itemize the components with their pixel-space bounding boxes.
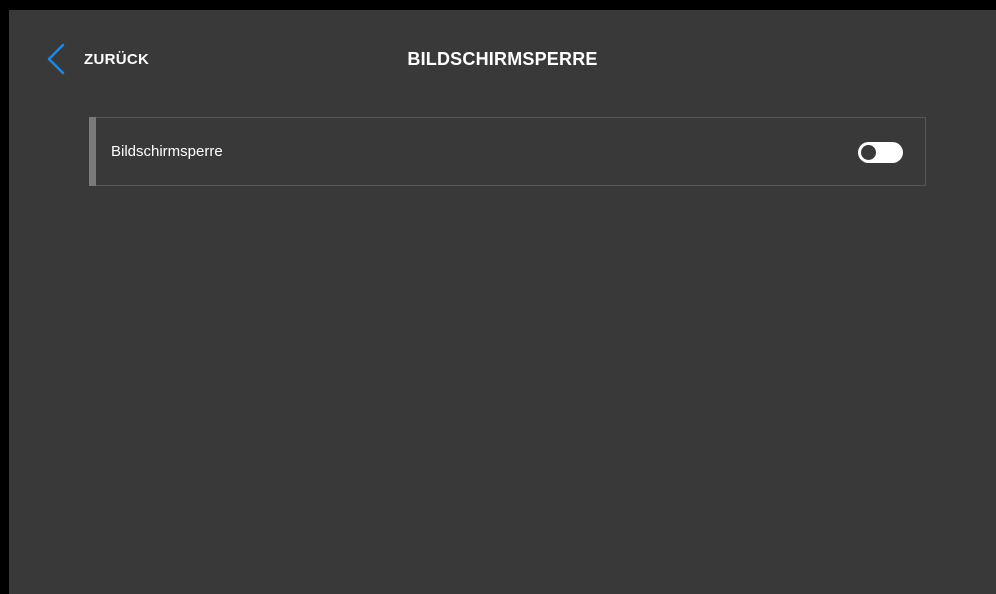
toggle-knob — [861, 145, 876, 160]
screen-lock-toggle[interactable] — [858, 142, 903, 163]
screen: ZURÜCK BILDSCHIRMSPERRE Bildschirmsperre — [9, 10, 996, 594]
row-accent-bar — [89, 117, 96, 186]
page-title: BILDSCHIRMSPERRE — [407, 49, 598, 69]
setting-row-screen-lock[interactable]: Bildschirmsperre — [89, 117, 926, 186]
top-bar: ZURÜCK BILDSCHIRMSPERRE — [9, 10, 996, 110]
setting-label: Bildschirmsperre — [111, 143, 223, 160]
device-bezel: ZURÜCK BILDSCHIRMSPERRE Bildschirmsperre — [0, 0, 996, 594]
